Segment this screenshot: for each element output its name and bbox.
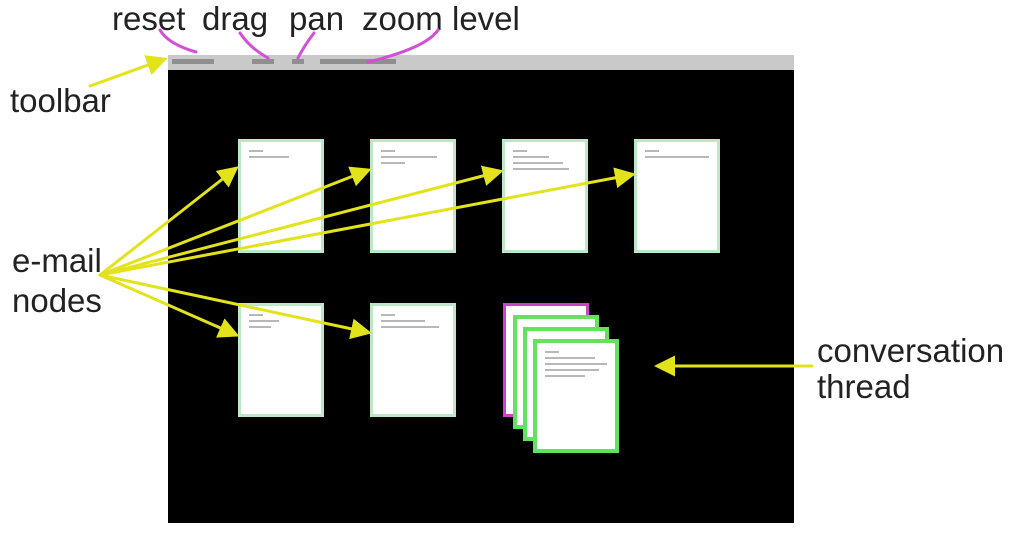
email-node[interactable] <box>370 303 456 417</box>
app-window <box>168 55 794 523</box>
thread-card-front[interactable] <box>533 339 619 453</box>
label-level: level <box>452 0 520 37</box>
label-pan: pan <box>289 0 345 37</box>
reset-button[interactable] <box>172 59 214 64</box>
graph-canvas[interactable] <box>168 70 794 523</box>
pan-button[interactable] <box>292 59 304 64</box>
zoom-level-field[interactable] <box>320 59 396 64</box>
email-node[interactable] <box>370 139 456 253</box>
email-node[interactable] <box>502 139 588 253</box>
label-reset: reset <box>112 0 186 37</box>
label-drag: drag <box>202 0 269 37</box>
toolbar <box>168 55 794 70</box>
email-node[interactable] <box>634 139 720 253</box>
email-node[interactable] <box>238 139 324 253</box>
label-toolbar: toolbar <box>10 82 111 119</box>
label-zoom: zoom <box>362 0 443 37</box>
label-conversation: conversation <box>817 332 1005 369</box>
email-node[interactable] <box>238 303 324 417</box>
label-thread: thread <box>817 368 911 405</box>
drag-button[interactable] <box>252 59 274 64</box>
label-nodes: nodes <box>12 282 102 319</box>
label-email: e-mail <box>12 242 102 279</box>
